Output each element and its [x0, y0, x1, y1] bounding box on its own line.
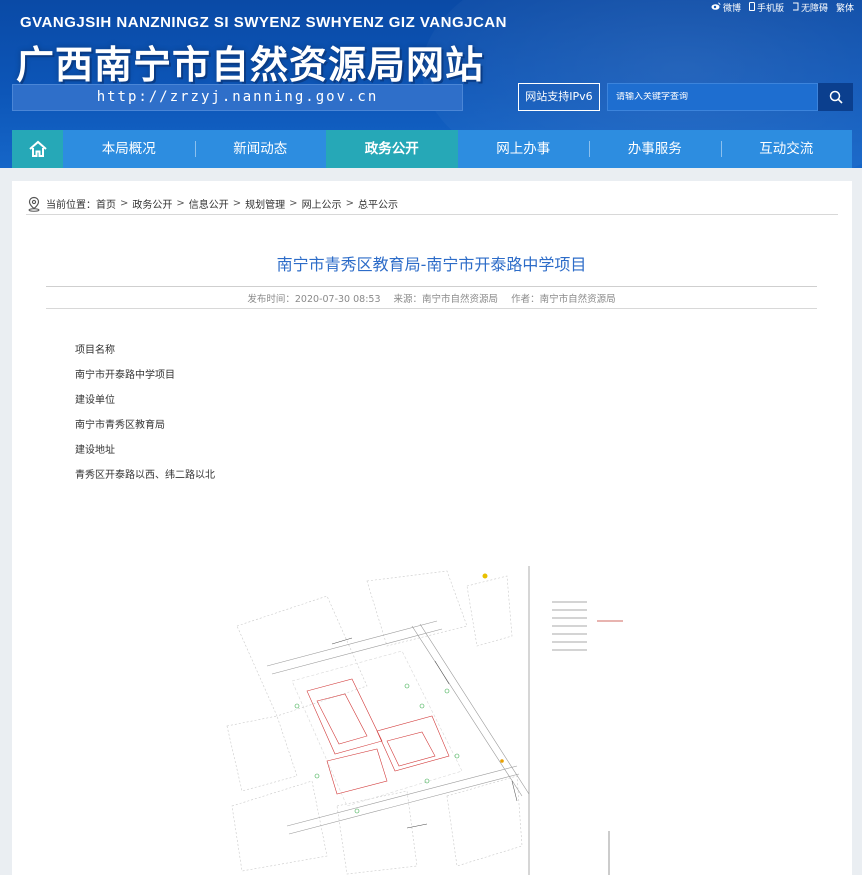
breadcrumb-planning[interactable]: 规划管理	[245, 196, 285, 211]
mobile-icon	[748, 1, 755, 14]
article-source: 来源：南宁市自然资源局	[393, 294, 499, 305]
breadcrumb: 当前位置： 首页 > 政务公开 > 信息公开 > 规划管理 > 网上公示 > 总…	[26, 193, 838, 215]
accessibility-icon	[792, 2, 799, 14]
meta-divider	[46, 308, 817, 309]
publish-time: 发布时间：2020-07-30 08:53	[247, 294, 381, 305]
search-icon	[829, 90, 843, 104]
zhuang-title: GVANGJSIH NANZNINGZ SI SWYENZ SWHYENZ GI…	[20, 14, 507, 31]
search-button[interactable]	[818, 83, 853, 111]
body-line: 建设地址	[75, 445, 115, 456]
top-links: 微博 手机版 无障碍 繁体	[711, 1, 854, 14]
title-divider	[46, 286, 817, 287]
accessibility-link[interactable]: 无障碍	[792, 1, 828, 14]
site-plan-drawing	[217, 566, 632, 875]
search-box[interactable]	[607, 83, 818, 111]
breadcrumb-separator: >	[289, 198, 298, 209]
site-url: http://zrzyj.nanning.gov.cn	[12, 84, 463, 111]
breadcrumb-gov-affairs[interactable]: 政务公开	[132, 196, 172, 211]
search-input[interactable]	[616, 92, 817, 102]
content-panel: 当前位置： 首页 > 政务公开 > 信息公开 > 规划管理 > 网上公示 > 总…	[12, 181, 852, 875]
breadcrumb-separator: >	[120, 198, 129, 209]
nav-item-services[interactable]: 办事服务	[589, 130, 721, 168]
article-body: 项目名称 南宁市开泰路中学项目 建设单位 南宁市青秀区教育局 建设地址 青秀区开…	[75, 344, 215, 494]
body-line: 南宁市开泰路中学项目	[75, 370, 175, 381]
nav-item-online-services[interactable]: 网上办事	[458, 130, 590, 168]
nav-item-interaction[interactable]: 互动交流	[720, 130, 853, 168]
body-line: 项目名称	[75, 345, 115, 356]
weibo-icon	[711, 2, 721, 13]
nav-item-gov-affairs[interactable]: 政务公开	[326, 130, 458, 168]
breadcrumb-home[interactable]: 首页	[96, 196, 116, 211]
ipv6-badge[interactable]: 网站支持IPv6	[518, 83, 600, 111]
article-meta: 发布时间：2020-07-30 08:53 来源：南宁市自然资源局 作者：南宁市…	[46, 291, 817, 305]
breadcrumb-separator: >	[232, 198, 242, 209]
traditional-chinese-link[interactable]: 繁体	[836, 1, 854, 14]
article-title: 南宁市青秀区教育局-南宁市开泰路中学项目	[276, 255, 587, 274]
nav-item-news[interactable]: 新闻动态	[194, 130, 327, 168]
breadcrumb-separator: >	[176, 198, 185, 209]
site-title[interactable]: 广西南宁市自然资源局网站	[16, 34, 484, 89]
home-icon	[28, 140, 47, 157]
body-line: 青秀区开泰路以西、纬二路以北	[75, 470, 215, 481]
breadcrumb-separator: >	[345, 198, 354, 209]
body-line: 建设单位	[75, 395, 115, 406]
nav-home[interactable]	[12, 130, 63, 168]
location-icon	[26, 196, 42, 212]
breadcrumb-site-plan[interactable]: 总平公示	[358, 196, 398, 211]
breadcrumb-prefix: 当前位置：	[46, 200, 96, 211]
article-author: 作者：南宁市自然资源局	[511, 294, 616, 305]
main-nav: 本局概况 新闻动态 政务公开 网上办事 办事服务 互动交流	[12, 130, 852, 168]
breadcrumb-info-disclosure[interactable]: 信息公开	[189, 196, 229, 211]
nav-item-about[interactable]: 本局概况	[63, 130, 195, 168]
mobile-link[interactable]: 手机版	[748, 1, 784, 14]
weibo-link[interactable]: 微博	[711, 1, 741, 14]
breadcrumb-online-notice[interactable]: 网上公示	[302, 196, 342, 211]
body-line: 南宁市青秀区教育局	[75, 420, 165, 431]
